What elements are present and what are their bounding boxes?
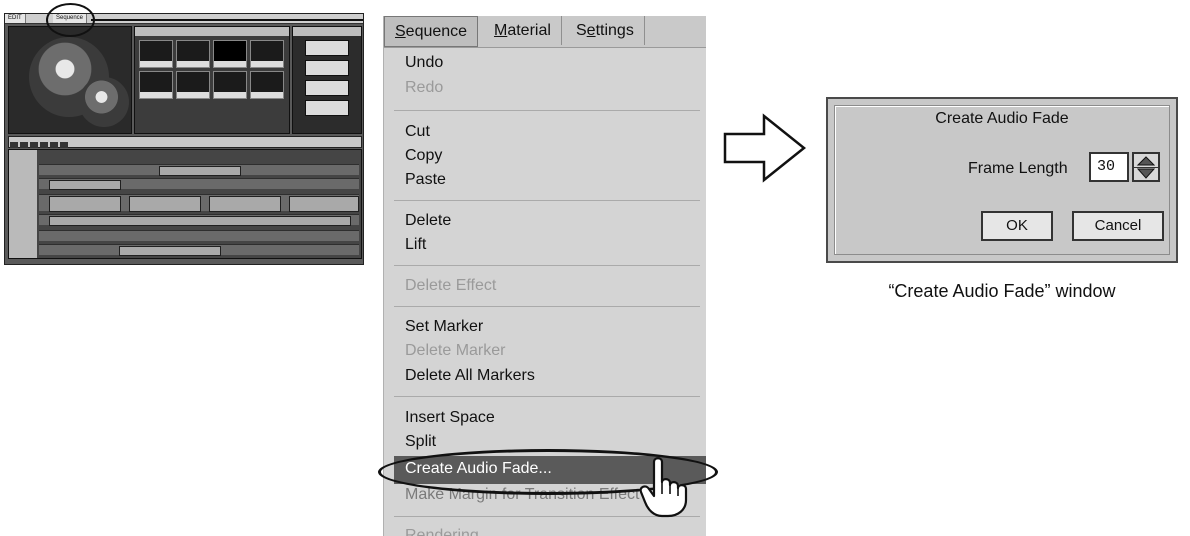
transition-thumb[interactable] <box>305 80 349 96</box>
transition-fx-header <box>293 27 361 36</box>
triangle-up-icon <box>1136 156 1156 166</box>
menu-separator <box>394 306 700 307</box>
cancel-button[interactable]: Cancel <box>1072 211 1164 241</box>
create-audio-fade-dialog: Create Audio Fade Frame Length 30 OK Can… <box>826 97 1178 263</box>
menu-item-undo[interactable]: Undo <box>405 54 443 72</box>
clip-thumbnail[interactable] <box>213 71 247 99</box>
timeline-track <box>39 178 359 190</box>
fast-forward-icon[interactable] <box>60 142 68 148</box>
step-forward-icon[interactable] <box>50 142 58 148</box>
clip-thumbnail[interactable] <box>250 71 284 99</box>
frame-length-label: Frame Length <box>968 160 1068 177</box>
timeline-track <box>39 194 359 212</box>
transition-fx-panel <box>292 26 362 134</box>
menu-settings[interactable]: Settings <box>566 16 645 45</box>
transition-thumb[interactable] <box>305 40 349 56</box>
right-arrow-icon <box>723 113 807 183</box>
dialog-caption: “Create Audio Fade” window <box>888 281 1116 301</box>
timeline-clip[interactable] <box>129 196 201 212</box>
menu-item-delete-marker: Delete Marker <box>405 342 506 359</box>
transition-thumb[interactable] <box>305 100 349 116</box>
menu-item-insert-space[interactable]: Insert Space <box>405 409 495 427</box>
menu-item-copy[interactable]: Copy <box>405 147 442 165</box>
triangle-down-icon <box>1136 168 1156 179</box>
menu-settings-mnemonic: e <box>586 22 596 39</box>
menu-material-label: aterial <box>507 22 551 39</box>
callout-line <box>91 19 363 21</box>
menu-item-cut[interactable]: Cut <box>405 123 430 141</box>
dialog-title: Create Audio Fade <box>935 110 1069 127</box>
menu-material[interactable]: Material <box>484 16 562 45</box>
menu-item-split[interactable]: Split <box>405 433 436 451</box>
menu-tab-edit[interactable]: EDIT <box>5 14 26 23</box>
menu-sequence[interactable]: Sequence <box>384 16 479 47</box>
clip-thumbnail[interactable] <box>139 40 173 68</box>
callout-circle <box>46 3 95 37</box>
menubar: Sequence Material Settings <box>384 16 706 48</box>
track-headers <box>9 150 37 258</box>
timeline <box>8 149 362 259</box>
preview-monitor <box>8 26 132 134</box>
bin-tabs <box>135 27 289 36</box>
timeline-clip[interactable] <box>289 196 359 212</box>
timeline-clip[interactable] <box>49 216 351 226</box>
ok-button[interactable]: OK <box>981 211 1053 241</box>
menu-separator <box>394 110 700 111</box>
timeline-clip[interactable] <box>209 196 281 212</box>
menu-item-rendering: Rendering <box>405 527 479 536</box>
menu-sequence-mnemonic: S <box>395 23 406 40</box>
timeline-clip[interactable] <box>49 180 121 190</box>
menu-sequence-label: equence <box>405 23 468 40</box>
rewind-icon[interactable] <box>10 142 18 148</box>
menu-separator <box>394 200 700 201</box>
menu-item-delete-all-markers[interactable]: Delete All Markers <box>405 367 535 385</box>
clip-thumbnail[interactable] <box>139 71 173 99</box>
step-back-icon[interactable] <box>20 142 28 148</box>
menu-item-set-marker[interactable]: Set Marker <box>405 318 483 336</box>
play-icon[interactable] <box>40 142 48 148</box>
menu-item-redo: Redo <box>405 79 444 96</box>
clip-thumbnail[interactable] <box>176 71 210 99</box>
timeline-track <box>39 214 359 226</box>
clip-thumbnail[interactable] <box>213 40 247 68</box>
timeline-track <box>39 164 359 176</box>
menu-separator <box>394 396 700 397</box>
menu-material-mnemonic: M <box>494 22 508 39</box>
transport-controls <box>8 136 362 148</box>
timeline-clip[interactable] <box>159 166 241 176</box>
frame-length-spinner[interactable] <box>1132 152 1160 182</box>
editor-window-thumbnail: EDIT Sequence <box>4 13 364 265</box>
menu-item-delete[interactable]: Delete <box>405 212 451 230</box>
menu-separator <box>394 265 700 266</box>
menu-item-lift[interactable]: Lift <box>405 236 426 254</box>
stop-icon[interactable] <box>30 142 38 148</box>
spin-up-button[interactable] <box>1134 154 1158 168</box>
timeline-track <box>39 230 359 241</box>
material-bin <box>134 26 290 134</box>
timeline-clip[interactable] <box>119 246 221 256</box>
spin-down-button[interactable] <box>1134 167 1158 180</box>
timeline-track <box>39 244 359 256</box>
flower-image <box>79 77 129 127</box>
menu-settings-prefix: S <box>576 22 587 39</box>
timeline-clip[interactable] <box>49 196 121 212</box>
transition-thumb[interactable] <box>305 60 349 76</box>
frame-length-input[interactable]: 30 <box>1089 152 1129 182</box>
menu-item-paste[interactable]: Paste <box>405 171 446 189</box>
clip-thumbnail[interactable] <box>250 40 284 68</box>
menu-item-delete-effect: Delete Effect <box>405 277 497 294</box>
pointing-hand-icon <box>640 457 688 518</box>
clip-thumbnail[interactable] <box>176 40 210 68</box>
menu-settings-label: ttings <box>595 22 634 39</box>
